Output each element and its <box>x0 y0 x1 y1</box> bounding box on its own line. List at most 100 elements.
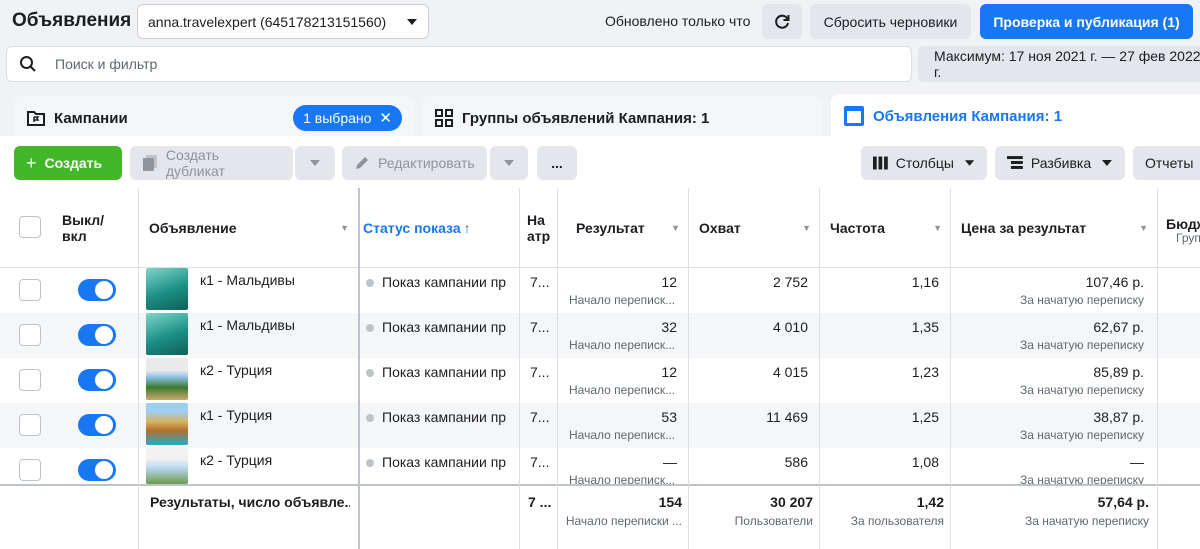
column-divider <box>557 188 558 549</box>
select-all-checkbox[interactable] <box>19 216 41 238</box>
totals-label: Результаты, число объявле... <box>150 494 350 510</box>
selected-count-pill[interactable]: 1 выбрано ✕ <box>293 105 402 131</box>
attribution-value: 7... <box>530 319 550 335</box>
ad-name[interactable]: к1 - Мальдивы <box>200 272 295 288</box>
cost-subtext: За начатую переписку <box>1019 473 1144 484</box>
column-header-toggle[interactable]: Выкл/ вкл <box>62 188 132 267</box>
create-button[interactable]: + Создать <box>14 146 122 180</box>
row-toggle[interactable] <box>78 459 116 481</box>
column-header-status[interactable]: Статус показа ↑ <box>363 188 515 267</box>
result-value: — <box>663 454 677 470</box>
column-header-result[interactable]: Результат ▼ <box>576 188 688 267</box>
delivery-status: Показ кампании пре <box>366 364 506 380</box>
column-header-ad[interactable]: Объявление ▼ <box>149 188 357 267</box>
caret-down-icon: ▼ <box>340 223 349 233</box>
frequency-value: 1,35 <box>911 319 939 335</box>
ads-table: Выкл/ вкл Объявление ▼ Статус показа ↑ Н… <box>0 188 1200 549</box>
column-header-frequency-label: Частота <box>830 219 885 236</box>
date-range-picker[interactable]: Максимум: 17 ноя 2021 г. — 27 фев 2022 г… <box>918 46 1200 82</box>
reach-value: 586 <box>784 454 808 470</box>
duplicate-dropdown[interactable] <box>295 146 335 180</box>
column-header-reach-label: Охват <box>699 219 741 236</box>
delivery-status-text: Показ кампании пре <box>382 409 506 425</box>
breakdown-label: Разбивка <box>1030 155 1092 171</box>
column-header-result-label: Результат <box>576 219 645 236</box>
more-button[interactable]: ... <box>537 146 577 180</box>
account-select-value: anna.travelexpert (645178213151560) <box>148 13 387 30</box>
totals-frequency: 1,42 <box>916 494 944 510</box>
column-header-ad-label: Объявление <box>149 219 237 236</box>
search-input[interactable]: Поиск и фильтр <box>6 46 912 82</box>
chevron-down-icon <box>407 18 417 25</box>
cost-value: — <box>1130 454 1144 470</box>
row-toggle[interactable] <box>78 414 116 436</box>
chevron-down-icon <box>504 160 514 166</box>
result-value: 12 <box>661 274 677 290</box>
review-publish-button[interactable]: Проверка и публикация (1) <box>980 4 1193 39</box>
row-checkbox[interactable] <box>19 369 41 391</box>
attribution-value: 7... <box>530 364 550 380</box>
ad-window-icon <box>844 106 864 126</box>
account-select[interactable]: anna.travelexpert (645178213151560) <box>137 4 429 39</box>
column-header-status-label: Статус показа <box>363 219 461 236</box>
totals-result-subtext: Начало переписки ... <box>565 514 682 528</box>
column-header-frequency[interactable]: Частота ▼ <box>830 188 950 267</box>
tab-ads[interactable]: Объявления Кампания: 1 <box>831 94 1200 138</box>
reach-value: 11 469 <box>766 409 808 425</box>
breakdown-button[interactable]: Разбивка <box>995 146 1125 180</box>
pencil-icon <box>356 157 368 169</box>
page-title: Объявления <box>12 10 132 31</box>
delivery-status-text: Показ кампании пре <box>382 364 506 380</box>
totals-cost-subtext: За начатую переписку <box>1024 514 1149 528</box>
frequency-value: 1,16 <box>911 274 939 290</box>
plus-icon: + <box>26 152 37 173</box>
ad-name[interactable]: к2 - Турция <box>200 362 272 378</box>
column-divider <box>819 188 820 549</box>
edit-dropdown[interactable] <box>490 146 528 180</box>
status-dot <box>366 369 374 378</box>
delivery-status-text: Показ кампании пре <box>382 319 506 335</box>
row-checkbox[interactable] <box>19 459 41 481</box>
column-divider <box>688 188 689 549</box>
create-label: Создать <box>44 155 103 171</box>
breakdown-icon <box>1007 156 1023 169</box>
cost-value: 107,46 р. <box>1085 274 1144 290</box>
reach-value: 4 010 <box>772 319 808 335</box>
reach-value: 4 015 <box>772 364 808 380</box>
column-header-reach[interactable]: Охват ▼ <box>699 188 819 267</box>
copy-icon <box>142 155 157 171</box>
delivery-status: Показ кампании пре <box>366 409 506 425</box>
grid-icon <box>435 109 453 127</box>
column-header-cost[interactable]: Цена за результат ▼ <box>961 188 1156 267</box>
caret-down-icon: ▼ <box>1139 223 1148 233</box>
ad-name[interactable]: к1 - Мальдивы <box>200 317 295 333</box>
row-checkbox[interactable] <box>19 324 41 346</box>
ad-name[interactable]: к1 - Турция <box>200 407 272 423</box>
row-checkbox[interactable] <box>19 414 41 436</box>
cost-value: 38,87 р. <box>1093 409 1144 425</box>
columns-button[interactable]: Столбцы <box>861 146 987 180</box>
row-toggle[interactable] <box>78 324 116 346</box>
close-icon[interactable]: ✕ <box>379 109 392 127</box>
columns-icon <box>873 156 888 170</box>
row-toggle[interactable] <box>78 279 116 301</box>
duplicate-label: Создать дубликат <box>165 147 225 179</box>
chevron-down-icon <box>310 160 320 166</box>
result-subtext: Начало переписк... <box>569 383 676 397</box>
tab-adsets[interactable]: Группы объявлений Кампания: 1 <box>422 96 822 140</box>
attribution-value: 7... <box>530 454 550 470</box>
edit-button[interactable]: Редактировать <box>342 146 487 180</box>
discard-drafts-button[interactable]: Сбросить черновики <box>810 4 971 39</box>
row-toggle[interactable] <box>78 369 116 391</box>
column-header-attribution[interactable]: На атр <box>527 188 555 267</box>
refresh-button[interactable] <box>762 4 802 39</box>
totals-divider <box>0 484 1200 486</box>
column-header-budget[interactable]: Бюдж <box>1166 216 1200 232</box>
duplicate-button[interactable]: Создать дубликат <box>130 146 293 180</box>
row-checkbox[interactable] <box>19 279 41 301</box>
ad-name[interactable]: к2 - Турция <box>200 452 272 468</box>
reports-button[interactable]: Отчеты <box>1133 146 1200 180</box>
cost-subtext: За начатую переписку <box>1019 338 1144 352</box>
tab-campaigns[interactable]: Кампании 1 выбрано ✕ <box>14 96 414 140</box>
status-dot <box>366 279 374 288</box>
